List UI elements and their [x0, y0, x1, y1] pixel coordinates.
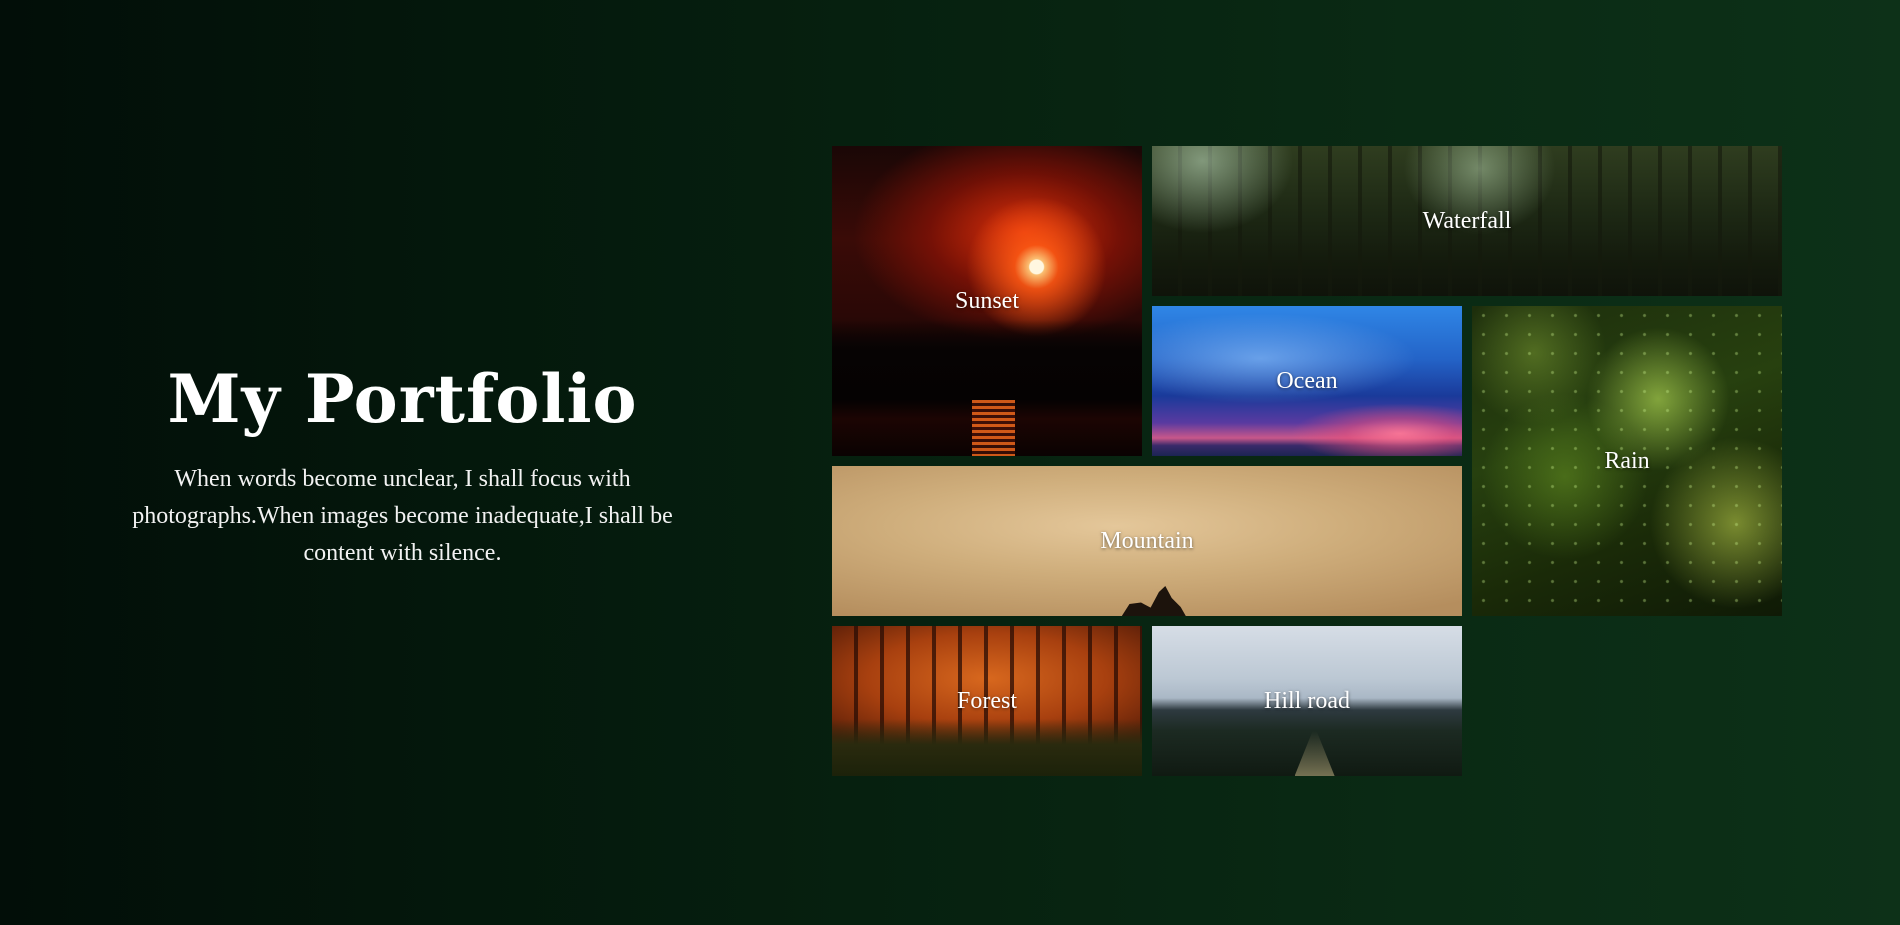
- intro-section: My Portfolio When words become unclear, …: [130, 355, 675, 572]
- tagline: When words become unclear, I shall focus…: [132, 466, 673, 566]
- gallery-tile-label: Sunset: [954, 287, 1019, 314]
- portfolio-page: { "hero": { "title": "My Portfolio", "ta…: [0, 0, 1900, 925]
- gallery-tile-sunset[interactable]: Sunset: [832, 146, 1142, 456]
- gallery-tile-rain[interactable]: Rain: [1472, 306, 1782, 616]
- gallery-tile-label: Waterfall: [1422, 207, 1512, 234]
- gallery-tile-forest[interactable]: Forest: [832, 626, 1142, 776]
- page-title: My Portfolio: [167, 360, 638, 438]
- gallery-tile-waterfall[interactable]: Waterfall: [1152, 146, 1782, 296]
- gallery-tile-mountain[interactable]: Mountain: [832, 466, 1462, 616]
- gallery-tile-label: Mountain: [1100, 527, 1194, 554]
- gallery-tile-label: Hill road: [1264, 687, 1350, 714]
- gallery-tile-label: Rain: [1604, 447, 1650, 474]
- gallery-tile-hill-road[interactable]: Hill road: [1152, 626, 1462, 776]
- gallery-tile-ocean[interactable]: Ocean: [1152, 306, 1462, 456]
- gallery-tile-label: Forest: [957, 687, 1017, 714]
- photo-gallery: Sunset Waterfall Ocean Rain Mountain For…: [832, 146, 1783, 776]
- gallery-tile-label: Ocean: [1276, 367, 1338, 394]
